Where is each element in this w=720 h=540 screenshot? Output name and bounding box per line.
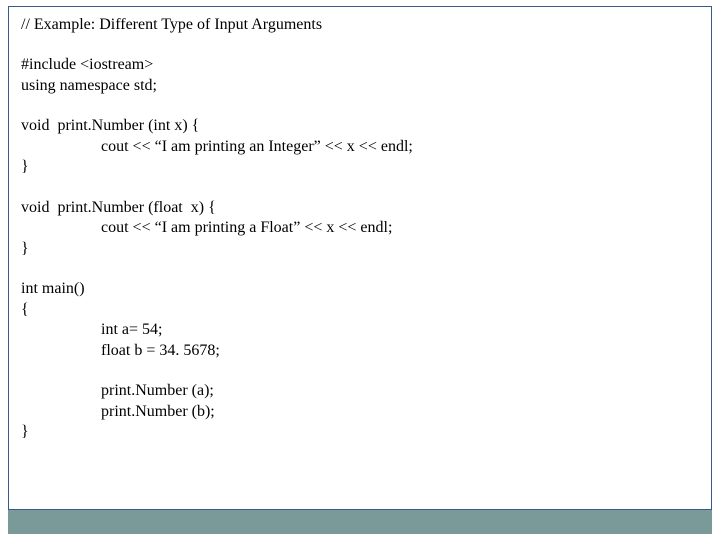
code-line-include: #include <iostream> <box>21 55 699 75</box>
slide-container: // Example: Different Type of Input Argu… <box>0 0 720 540</box>
code-line-func1-body: cout << “I am printing an Integer” << x … <box>21 137 699 157</box>
code-line-call-b: print.Number (b); <box>21 402 699 422</box>
code-line-using: using namespace std; <box>21 76 699 96</box>
code-example-box: // Example: Different Type of Input Argu… <box>8 6 712 510</box>
code-line-var-b: float b = 34. 5678; <box>21 341 699 361</box>
code-line-main-close: } <box>21 422 699 442</box>
code-line-main-open: { <box>21 300 699 320</box>
code-line-comment: // Example: Different Type of Input Argu… <box>21 15 699 35</box>
code-line-func1-sig: void print.Number (int x) { <box>21 116 699 136</box>
code-line-func2-sig: void print.Number (float x) { <box>21 198 699 218</box>
code-line-main-sig: int main() <box>21 279 699 299</box>
slide-footer-bar <box>8 510 712 534</box>
code-line-func2-close: } <box>21 239 699 259</box>
code-line-func2-body: cout << “I am printing a Float” << x << … <box>21 218 699 238</box>
code-line-var-a: int a= 54; <box>21 320 699 340</box>
code-line-func1-close: } <box>21 157 699 177</box>
code-line-call-a: print.Number (a); <box>21 381 699 401</box>
